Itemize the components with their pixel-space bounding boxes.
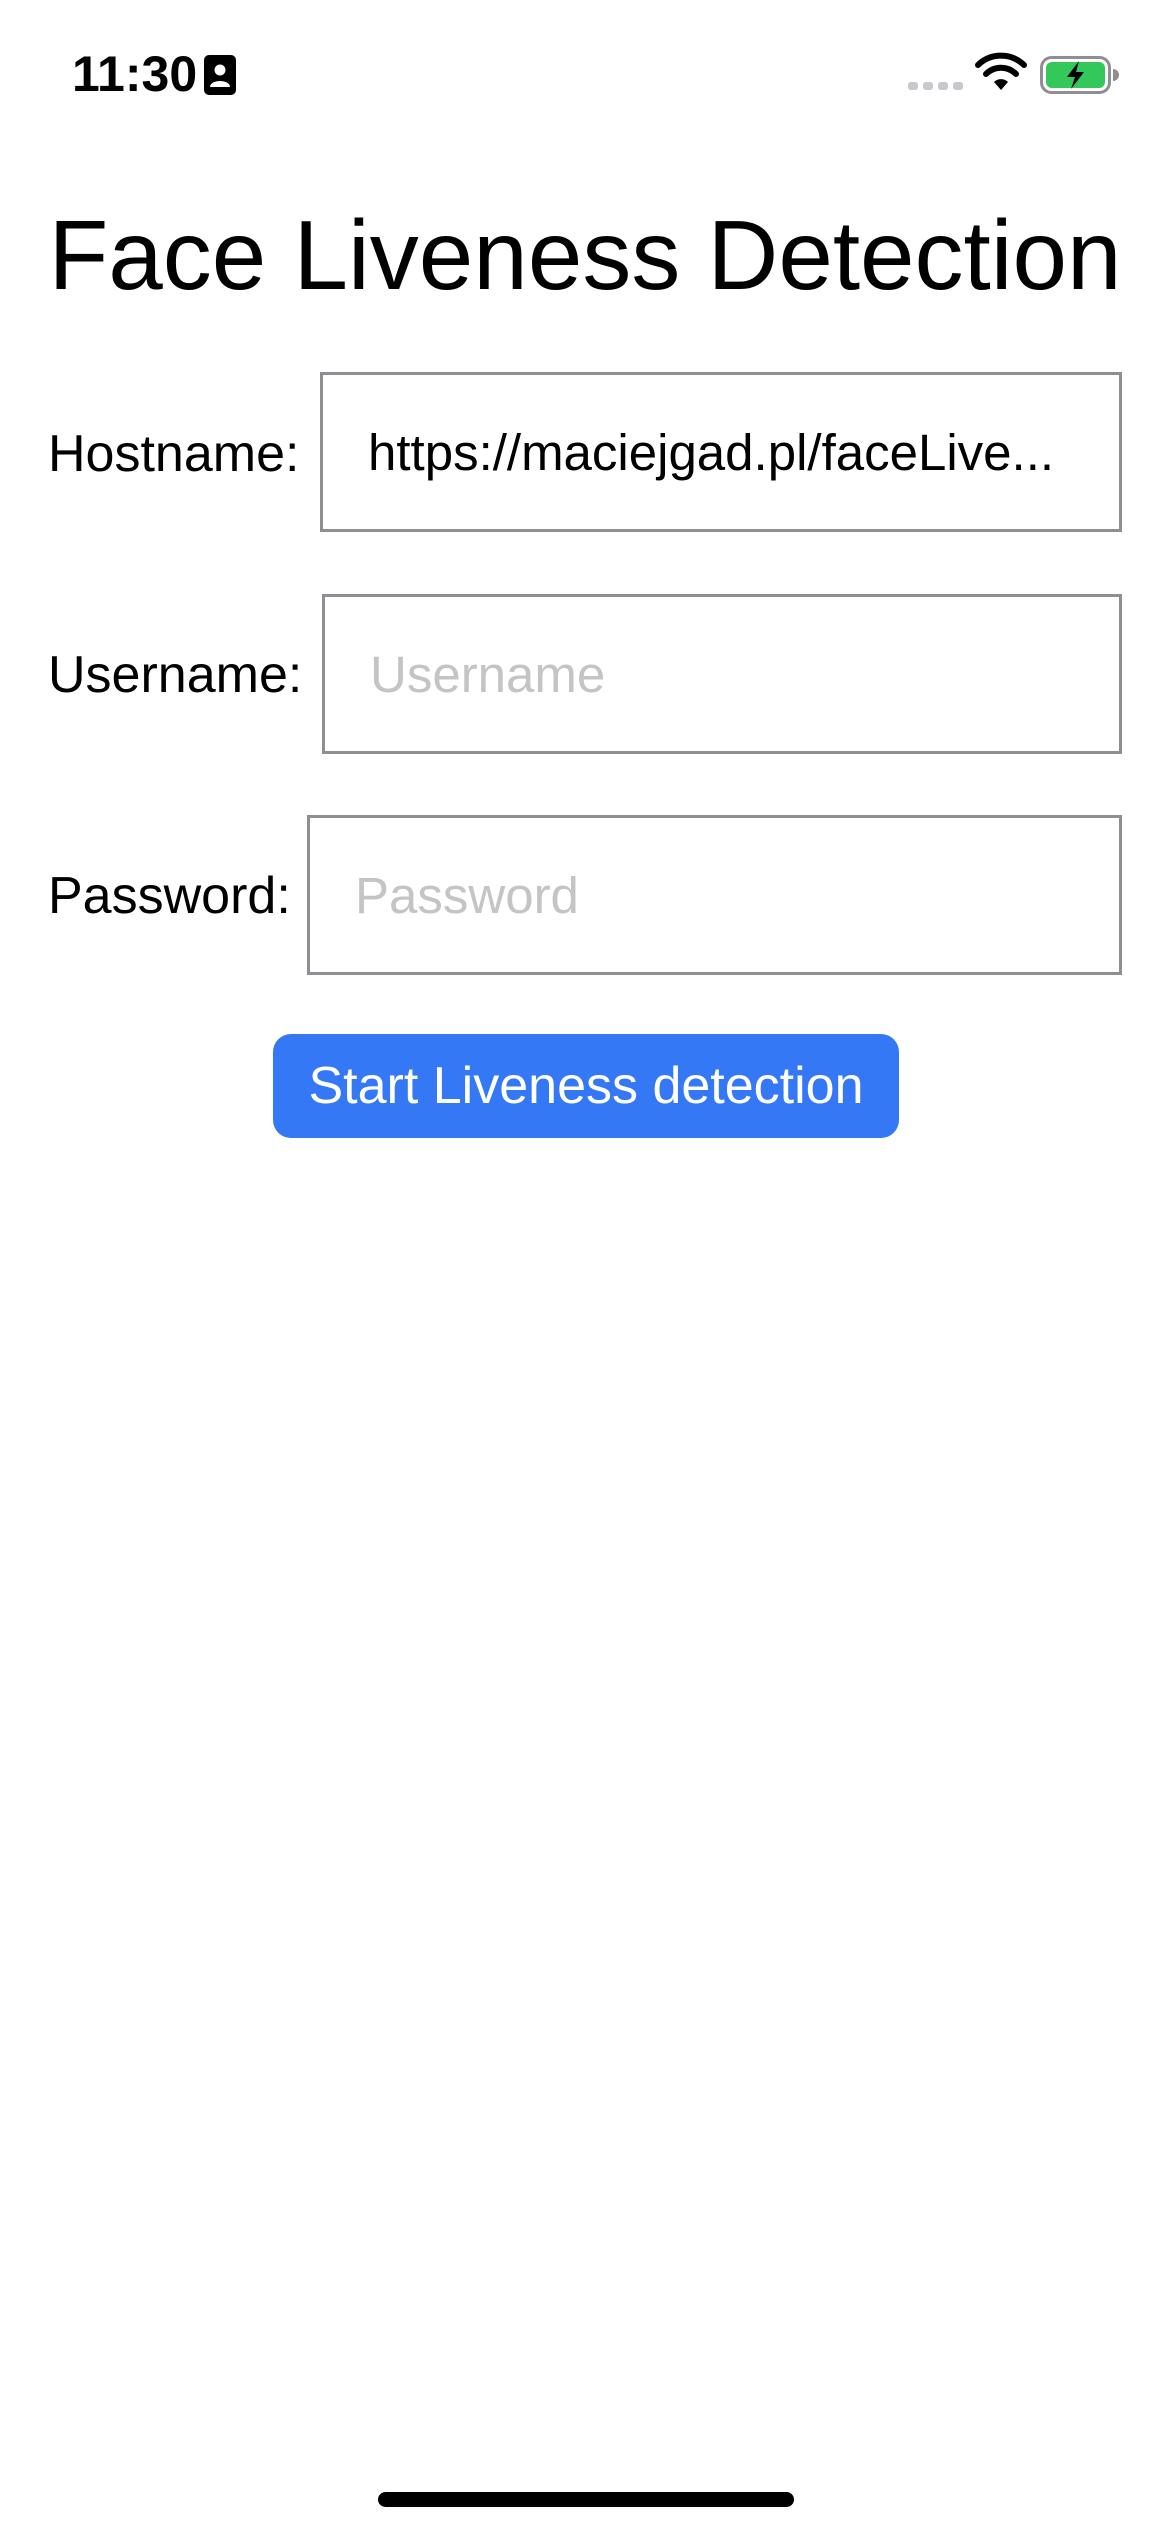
username-field-box[interactable] xyxy=(322,594,1122,754)
home-indicator[interactable] xyxy=(378,2492,794,2507)
wifi-icon xyxy=(975,52,1027,90)
contact-card-icon xyxy=(204,55,236,95)
start-liveness-button[interactable]: Start Liveness detection xyxy=(273,1034,899,1138)
page-title: Face Liveness Detection xyxy=(48,200,1122,310)
hostname-field-box[interactable] xyxy=(320,372,1122,532)
username-input[interactable] xyxy=(370,597,1074,751)
battery-charging-icon xyxy=(1040,56,1119,94)
status-time: 11:30 xyxy=(72,46,198,102)
hostname-input[interactable] xyxy=(368,375,1074,529)
username-label: Username: xyxy=(48,646,303,704)
status-bar: 11:30 xyxy=(0,0,1170,150)
password-label: Password: xyxy=(48,867,291,925)
password-input[interactable] xyxy=(355,818,1074,972)
hostname-label: Hostname: xyxy=(48,425,300,483)
password-field-box[interactable] xyxy=(307,815,1122,975)
cellular-signal-icon xyxy=(908,82,963,90)
